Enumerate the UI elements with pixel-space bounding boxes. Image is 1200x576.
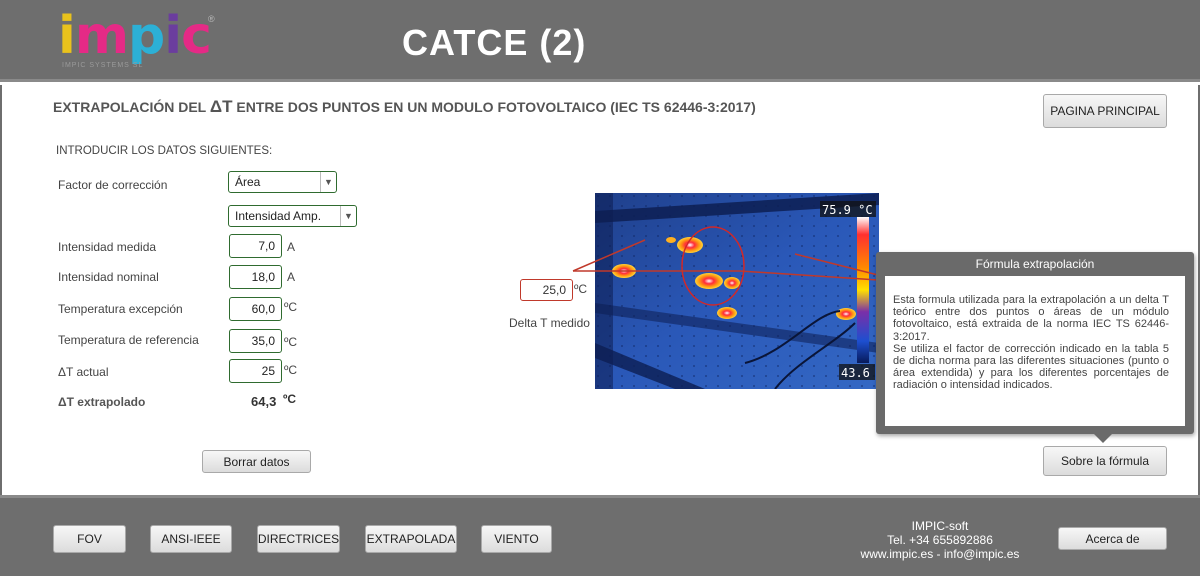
reference-temp-input[interactable]: 35,0 [229, 329, 282, 353]
about-button[interactable]: Acerca de [1058, 527, 1167, 550]
extrapolated-delta-label: ΔT extrapolado [58, 395, 146, 409]
nominal-current-label: Intensidad nominal [58, 270, 159, 284]
exception-temp-input[interactable]: 60,0 [229, 297, 282, 321]
nav-fov-button[interactable]: FOV [53, 525, 126, 553]
measured-current-label: Intensidad medida [58, 240, 157, 254]
logo-tagline: IMPIC SYSTEMS SL [62, 62, 144, 69]
nav-extrapolada-button[interactable]: EXTRAPOLADA [365, 525, 457, 553]
extrapolated-delta-unit: ºC [283, 392, 297, 406]
reference-temp-unit: ºC [284, 335, 298, 349]
company-web: www.impic.es - info@impic.es [860, 547, 1020, 561]
company-phone: Tel. +34 655892886 [887, 533, 993, 547]
delta-connector-lines [572, 239, 879, 281]
instructions-text: INTRODUCIR LOS DATOS SIGUIENTES: [56, 145, 273, 157]
thermal-min-temp: 43.6 [841, 366, 870, 380]
formula-tooltip: Fórmula extrapolación Esta formula utili… [876, 252, 1194, 443]
correction-factor-select[interactable]: Área ▼ [228, 171, 337, 193]
extrapolated-delta-value: 64,3 [251, 394, 277, 409]
home-button[interactable]: PAGINA PRINCIPAL [1043, 94, 1167, 128]
chevron-down-icon: ▼ [320, 172, 336, 192]
tooltip-title: Fórmula extrapolación [975, 257, 1095, 271]
correction-type-select[interactable]: Intensidad Amp. ▼ [228, 205, 357, 227]
impic-logo: impic ® IMPIC SYSTEMS SL [58, 6, 215, 69]
nav-viento-button[interactable]: VIENTO [481, 525, 552, 553]
measured-current-unit: A [287, 240, 296, 254]
actual-delta-label: ΔT actual [58, 365, 109, 379]
chevron-down-icon: ▼ [340, 206, 356, 226]
correction-factor-label: Factor de corrección [58, 178, 168, 192]
exception-temp-unit: ºC [284, 300, 298, 314]
company-name: IMPIC-soft [911, 519, 969, 533]
about-formula-button[interactable]: Sobre la fórmula [1043, 446, 1167, 476]
app-title: CATCE (2) [402, 22, 587, 63]
nav-ansi-ieee-button[interactable]: ANSI-IEEE [150, 525, 232, 553]
measured-current-input[interactable]: 7,0 [229, 234, 282, 258]
clear-data-button[interactable]: Borrar datos [202, 450, 311, 473]
contact-info: IMPIC-soft Tel. +34 655892886 www.impic.… [840, 519, 1040, 561]
thermal-max-temp: 75.9 °C [822, 203, 873, 217]
tooltip-text: Esta formula utilizada para la extrapola… [893, 294, 1169, 392]
header-bar: impic ® IMPIC SYSTEMS SL CATCE (2) [0, 0, 1200, 82]
nominal-current-input[interactable]: 18,0 [229, 265, 282, 289]
actual-delta-unit: ºC [284, 363, 298, 377]
reference-temp-label: Temperatura de referencia [58, 333, 199, 347]
nominal-current-unit: A [287, 270, 296, 284]
page-title: EXTRAPOLACIÓN DEL ΔT ENTRE DOS PUNTOS EN… [53, 97, 756, 116]
exception-temp-label: Temperatura excepción [58, 302, 183, 316]
actual-delta-input[interactable]: 25 [229, 359, 282, 383]
measured-delta-label: Delta T medido [509, 316, 590, 330]
nav-directrices-button[interactable]: DIRECTRICES [257, 525, 340, 553]
